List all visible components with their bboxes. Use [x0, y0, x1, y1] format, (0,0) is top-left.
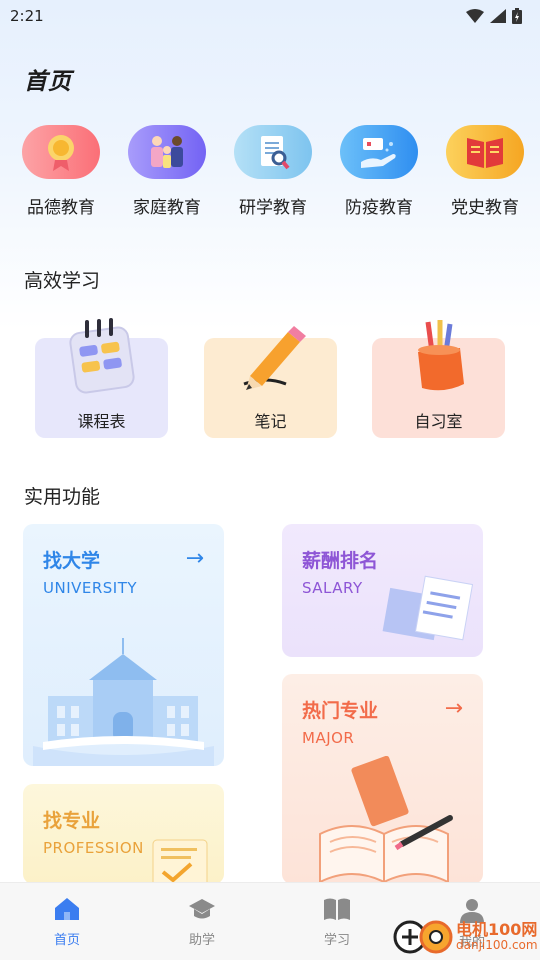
nav-home[interactable]: 首页	[27, 897, 107, 948]
nav-assist[interactable]: 助学	[162, 897, 242, 948]
family-icon	[128, 125, 206, 179]
nav-label: 助学	[188, 933, 215, 948]
category-family-education[interactable]: 家庭教育	[117, 125, 217, 218]
category-study-tour-education[interactable]: 研学教育	[223, 125, 323, 218]
nav-label: 首页	[53, 933, 80, 948]
arrow-right-icon: →	[444, 696, 463, 721]
checklist-icon	[152, 839, 208, 884]
category-label: 家庭教育	[133, 198, 201, 218]
page-title: 首页	[24, 69, 72, 95]
category-moral-education[interactable]: 品德教育	[11, 125, 111, 218]
epidemic-icon	[340, 125, 418, 179]
watermark: 电机100网 danji100.com	[390, 912, 540, 960]
nav-label: 学习	[323, 933, 350, 948]
category-label: 防疫教育	[345, 198, 413, 218]
card-subtitle: SALARY	[302, 579, 363, 597]
status-icons	[466, 8, 522, 24]
study-tour-icon	[234, 125, 312, 179]
salary-ranking-card[interactable]: 薪酬排名 SALARY	[282, 524, 483, 657]
document-papers-icon	[382, 575, 474, 641]
graduation-cap-icon	[189, 899, 215, 919]
medal-icon	[22, 125, 100, 179]
timetable-card[interactable]: 课程表	[35, 318, 168, 438]
calendar-icon	[35, 318, 168, 398]
card-title: 找专业	[43, 810, 101, 832]
card-title: 找大学	[43, 550, 101, 572]
category-label: 研学教育	[239, 198, 307, 218]
category-label: 党史教育	[451, 198, 519, 218]
party-history-book-icon	[446, 125, 524, 179]
study-room-card[interactable]: 自习室	[372, 320, 505, 438]
card-title: 薪酬排名	[302, 550, 379, 572]
battery-icon	[512, 8, 522, 24]
card-title: 热门专业	[302, 700, 379, 722]
pen-holder-icon	[372, 318, 505, 398]
nav-study[interactable]: 学习	[297, 897, 377, 948]
arrow-right-icon: →	[185, 546, 204, 571]
watermark-logo-icon	[393, 920, 453, 954]
open-book-icon	[319, 756, 453, 884]
wifi-icon	[466, 9, 484, 23]
card-subtitle: MAJOR	[302, 729, 355, 747]
section-title-efficient: 高效学习	[24, 270, 101, 292]
watermark-text: 电机100网	[456, 920, 538, 939]
category-label: 品德教育	[27, 198, 95, 218]
study-label: 课程表	[77, 412, 126, 431]
book-icon	[324, 898, 350, 920]
card-subtitle: UNIVERSITY	[43, 579, 138, 597]
hot-major-card[interactable]: 热门专业 MAJOR →	[282, 674, 483, 884]
status-bar: 2:21	[0, 0, 540, 32]
university-building-icon	[33, 638, 214, 766]
pencil-icon	[204, 318, 337, 398]
notes-card[interactable]: 笔记	[204, 326, 337, 438]
category-row: 品德教育 家庭教育 研学教育 防疫教育 党史教育	[0, 125, 540, 225]
signal-icon	[490, 9, 506, 23]
find-university-card[interactable]: 找大学 UNIVERSITY →	[23, 524, 224, 766]
section-title-tools: 实用功能	[24, 486, 101, 508]
watermark-url: danji100.com	[456, 938, 538, 952]
category-epidemic-education[interactable]: 防疫教育	[329, 125, 429, 218]
status-time: 2:21	[10, 7, 44, 25]
category-party-history-education[interactable]: 党史教育	[435, 125, 535, 218]
home-icon	[55, 898, 79, 920]
study-label: 自习室	[414, 412, 463, 431]
study-label: 笔记	[254, 412, 287, 431]
card-subtitle: PROFESSION	[43, 839, 144, 857]
find-profession-card[interactable]: 找专业 PROFESSION	[23, 784, 224, 884]
